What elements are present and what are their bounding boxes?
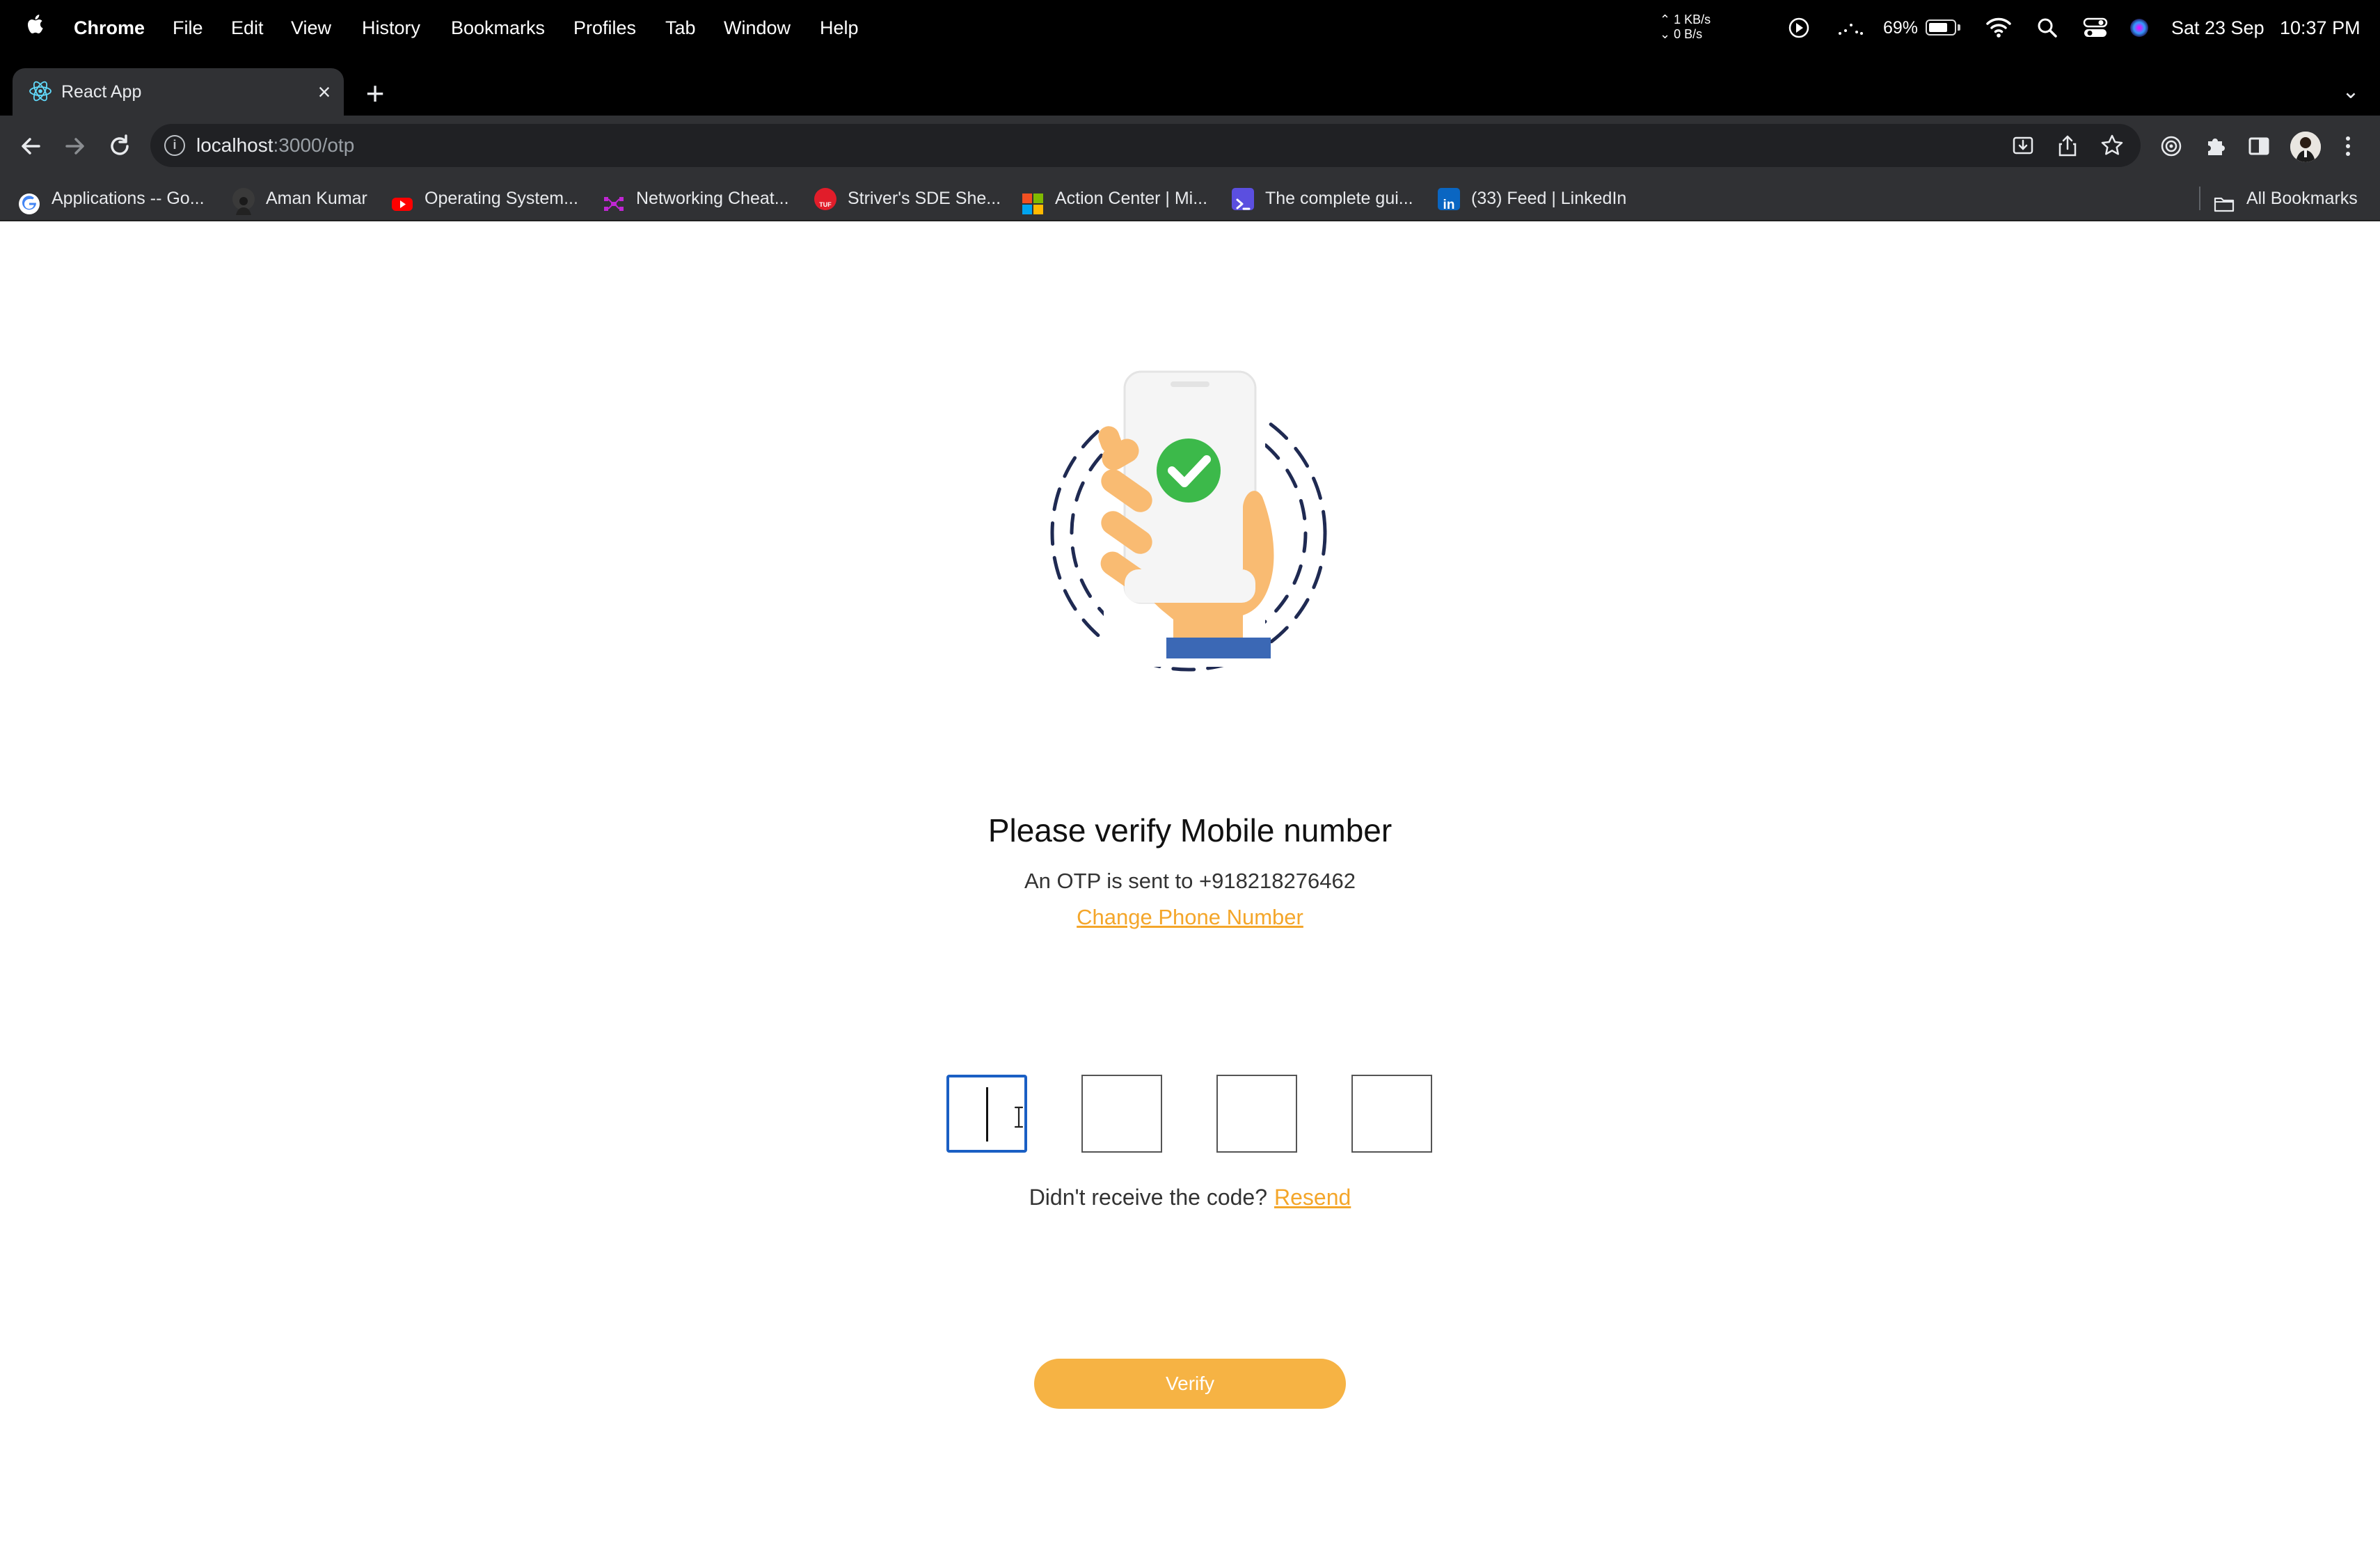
control-center-icon[interactable] <box>2082 0 2109 56</box>
tab-search-chevron-icon[interactable]: ⌄ <box>2337 79 2365 107</box>
youtube-icon <box>391 188 413 211</box>
menu-history[interactable]: History <box>362 0 420 56</box>
macos-menu-bar: Chrome File Edit View History Bookmarks … <box>0 0 2380 56</box>
browser-toolbar: i localhost:3000/otp <box>0 116 2380 177</box>
google-icon <box>18 188 40 214</box>
network-icon <box>603 188 625 211</box>
otp-digit-4-input[interactable] <box>1351 1075 1432 1153</box>
svg-text:TUF: TUF <box>819 201 832 208</box>
otp-digit-3-input[interactable] <box>1216 1075 1297 1153</box>
menu-file[interactable]: File <box>173 0 203 56</box>
terminal-icon <box>1232 188 1254 210</box>
up-arrow-icon: ⌃ <box>1660 13 1671 26</box>
site-info-icon[interactable]: i <box>164 135 185 156</box>
tab-close-icon[interactable]: × <box>312 79 337 104</box>
ibeam-cursor-icon <box>1012 1105 1026 1129</box>
back-arrow-icon[interactable] <box>14 129 47 163</box>
chrome-menu-icon[interactable] <box>2331 129 2365 163</box>
folder-icon <box>2213 188 2235 212</box>
page-title: Please verify Mobile number <box>987 812 1393 848</box>
net-download: ⌄ 0 B/s <box>1660 27 1703 41</box>
url-text[interactable]: localhost:3000/otp <box>196 124 354 167</box>
play-circle-icon[interactable] <box>1787 0 1811 56</box>
resend-row: Didn't receive the code? Resend <box>842 1185 1538 1210</box>
resend-prompt: Didn't receive the code? <box>1029 1185 1267 1210</box>
activity-icon[interactable] <box>1836 0 1864 56</box>
apple-icon[interactable] <box>25 0 46 56</box>
menu-help[interactable]: Help <box>820 0 859 56</box>
extension-target-icon[interactable] <box>2155 129 2188 163</box>
bookmarks-bar: Applications -- Go... Aman Kumar Operati… <box>0 177 2380 221</box>
extensions-puzzle-icon[interactable] <box>2199 129 2232 163</box>
bookmarks-divider <box>2199 187 2200 210</box>
siri-icon[interactable] <box>2128 0 2150 56</box>
share-icon[interactable] <box>2054 132 2081 159</box>
battery-percent: 69% <box>1883 18 1919 38</box>
text-caret <box>986 1087 988 1142</box>
new-tab-plus-icon[interactable]: + <box>358 77 392 110</box>
tab-react-app[interactable]: React App × <box>13 68 344 116</box>
react-favicon-icon <box>28 79 53 104</box>
menu-profiles[interactable]: Profiles <box>573 0 636 56</box>
phone-verification-illustration <box>1034 361 1340 681</box>
install-app-icon[interactable] <box>2010 132 2036 159</box>
reload-icon[interactable] <box>103 129 136 163</box>
resend-link[interactable]: Resend <box>1274 1185 1351 1210</box>
menu-view[interactable]: View <box>291 0 331 56</box>
down-arrow-icon: ⌄ <box>1660 27 1671 41</box>
address-bar[interactable]: i localhost:3000/otp <box>150 124 2141 167</box>
menu-window[interactable]: Window <box>724 0 791 56</box>
linkedin-icon: in <box>1438 188 1460 212</box>
menu-tab[interactable]: Tab <box>665 0 696 56</box>
svg-text:in: in <box>1443 198 1455 212</box>
otp-page: Please verify Mobile number An OTP is se… <box>0 221 2380 1548</box>
otp-digit-2-input[interactable] <box>1081 1075 1162 1153</box>
otp-sent-message: An OTP is sent to +918218276462 <box>1024 869 1356 893</box>
menu-edit[interactable]: Edit <box>231 0 264 56</box>
forward-arrow-icon[interactable] <box>58 129 92 163</box>
avatar-icon <box>232 188 255 215</box>
wifi-icon[interactable] <box>1985 0 2013 56</box>
spotlight-search-icon[interactable] <box>2035 0 2060 56</box>
tab-strip: React App × + ⌄ <box>0 56 2380 116</box>
change-phone-number-link[interactable]: Change Phone Number <box>842 905 1538 930</box>
profile-avatar[interactable] <box>2290 132 2321 162</box>
menu-bookmarks[interactable]: Bookmarks <box>451 0 545 56</box>
microsoft-icon <box>1022 188 1044 214</box>
verify-button[interactable]: Verify <box>1034 1359 1346 1409</box>
app-name[interactable]: Chrome <box>74 0 145 56</box>
network-speed-widget[interactable]: ⌃ 1 KB/s ⌄ 0 B/s <box>1660 13 1736 45</box>
bookmark-star-icon[interactable] <box>2099 132 2125 159</box>
menubar-date[interactable]: Sat 23 Sep <box>2171 0 2264 56</box>
side-panel-icon[interactable] <box>2242 129 2276 163</box>
tuf-icon: TUF <box>814 188 836 210</box>
net-upload: ⌃ 1 KB/s <box>1660 13 1711 26</box>
menubar-time[interactable]: 10:37 PM <box>2280 0 2361 56</box>
battery-icon[interactable] <box>1926 19 1956 35</box>
tab-title: React App <box>61 82 142 102</box>
